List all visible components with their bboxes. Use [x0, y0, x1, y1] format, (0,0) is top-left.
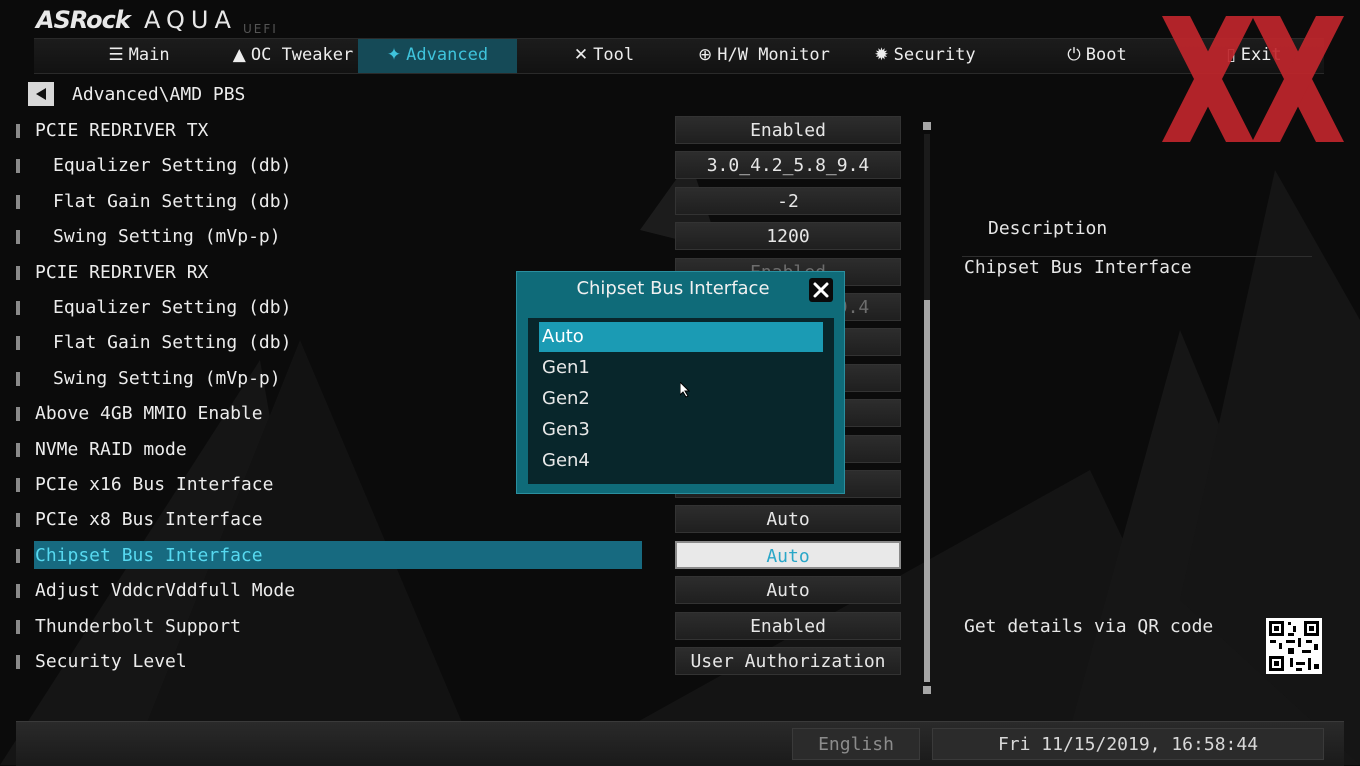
setting-label: Security Level: [35, 651, 187, 672]
row-bullet: [16, 513, 20, 527]
setting-row[interactable]: PCIe x8 Bus Interface: [16, 505, 656, 535]
tab-hw-monitor[interactable]: ⊕ H/W Monitor: [698, 39, 830, 73]
setting-label: NVMe RAID mode: [35, 439, 187, 460]
list-icon: ☰: [108, 45, 124, 65]
setting-value[interactable]: Enabled: [675, 612, 901, 640]
close-button[interactable]: [809, 278, 833, 302]
mouse-cursor-icon: [680, 382, 690, 398]
tab-advanced-label: Advanced: [406, 45, 489, 65]
row-bullet: [16, 124, 20, 138]
crosshair-icon: ⊕: [698, 45, 713, 65]
tab-hw-monitor-label: H/W Monitor: [717, 45, 830, 65]
row-bullet: [16, 301, 20, 315]
tab-security[interactable]: ✹ Security: [872, 39, 978, 73]
power-icon: ⏻: [1067, 45, 1081, 65]
setting-label: Equalizer Setting (db): [53, 155, 292, 176]
setting-value[interactable]: User Authorization: [675, 647, 901, 675]
star-icon: ✦: [386, 45, 402, 65]
setting-label: PCIe x8 Bus Interface: [35, 509, 263, 530]
row-bullet: [16, 266, 20, 280]
tab-oc-tweaker[interactable]: ▲ OC Tweaker: [218, 39, 368, 73]
option-item[interactable]: Gen3: [539, 415, 823, 445]
uefi-label: UEFI: [243, 22, 278, 36]
setting-value[interactable]: 3.0_4.2_5.8_9.4: [675, 151, 901, 179]
row-bullet: [16, 549, 20, 563]
setting-row[interactable]: PCIE REDRIVER TX: [16, 116, 656, 146]
setting-label: PCIE REDRIVER TX: [35, 120, 209, 141]
setting-row[interactable]: Swing Setting (mVp-p): [16, 222, 656, 252]
option-list: Auto Gen1 Gen2 Gen3 Gen4: [528, 318, 834, 484]
close-icon: [813, 282, 829, 298]
tab-oc-tweaker-label: OC Tweaker: [250, 45, 354, 65]
setting-row[interactable]: Security Level: [16, 647, 656, 677]
setting-row[interactable]: Thunderbolt Support: [16, 612, 656, 642]
setting-value[interactable]: Enabled: [675, 116, 901, 144]
brand-name: ASRock: [36, 6, 131, 34]
dialog-title: Chipset Bus Interface: [576, 278, 770, 299]
row-bullet: [16, 230, 20, 244]
xx-watermark-icon: [1162, 16, 1344, 142]
description-text: Chipset Bus Interface: [964, 257, 1192, 278]
tab-boot[interactable]: ⏻ Boot: [1052, 39, 1142, 73]
setting-label: Adjust VddcrVddfull Mode: [35, 580, 296, 601]
option-item[interactable]: Gen4: [539, 446, 823, 476]
row-bullet: [16, 336, 20, 350]
tab-main[interactable]: ☰ Main: [84, 39, 194, 73]
back-arrow-icon: [36, 88, 46, 100]
row-bullet: [16, 159, 20, 173]
setting-row[interactable]: Flat Gain Setting (db): [16, 187, 656, 217]
tab-security-label: Security: [893, 45, 976, 65]
setting-value-selected[interactable]: Auto: [675, 541, 901, 569]
setting-row-selected[interactable]: Chipset Bus Interface: [16, 541, 656, 571]
datetime-display: Fri 11/15/2019, 16:58:44: [932, 728, 1324, 760]
scrollbar[interactable]: [921, 122, 933, 694]
setting-label: Above 4GB MMIO Enable: [35, 403, 263, 424]
setting-value[interactable]: Auto: [675, 576, 901, 604]
back-button[interactable]: [28, 82, 54, 106]
description-heading: Description: [988, 218, 1108, 239]
row-bullet: [16, 372, 20, 386]
row-bullet: [16, 443, 20, 457]
tab-advanced[interactable]: ✦ Advanced: [358, 39, 517, 73]
row-bullet: [16, 195, 20, 209]
option-item[interactable]: Gen1: [539, 353, 823, 383]
rocket-icon: ▲: [232, 45, 246, 65]
row-bullet: [16, 584, 20, 598]
setting-label: Swing Setting (mVp-p): [53, 368, 281, 389]
setting-value[interactable]: Auto: [675, 505, 901, 533]
tab-tool-label: Tool: [593, 45, 635, 65]
qr-code-icon: [1266, 618, 1322, 674]
setting-row[interactable]: Adjust VddcrVddfull Mode: [16, 576, 656, 606]
setting-label: PCIE REDRIVER RX: [35, 262, 209, 283]
product-name: AQUA: [144, 6, 237, 34]
setting-label: Flat Gain Setting (db): [53, 191, 292, 212]
scroll-up-icon[interactable]: [923, 122, 931, 130]
scroll-thumb[interactable]: [924, 300, 930, 682]
tab-boot-label: Boot: [1085, 45, 1127, 65]
tab-tool[interactable]: ✕ Tool: [554, 39, 654, 73]
setting-value[interactable]: -2: [675, 187, 901, 215]
option-item-selected[interactable]: Auto: [539, 322, 823, 352]
shield-icon: ✹: [874, 45, 889, 65]
tools-icon: ✕: [573, 45, 589, 65]
setting-row[interactable]: Equalizer Setting (db): [16, 151, 656, 181]
setting-label: Thunderbolt Support: [35, 616, 241, 637]
qr-label: Get details via QR code: [964, 616, 1214, 637]
row-bullet: [16, 620, 20, 634]
top-nav: ☰ Main ▲ OC Tweaker ✦ Advanced ✕ Tool ⊕ H/W M…: [34, 38, 1324, 74]
row-bullet: [16, 655, 20, 669]
setting-label: PCIe x16 Bus Interface: [35, 474, 274, 495]
setting-value[interactable]: 1200: [675, 222, 901, 250]
tab-main-label: Main: [128, 45, 170, 65]
language-button[interactable]: English: [792, 728, 920, 760]
scroll-down-icon[interactable]: [923, 686, 931, 694]
setting-label: Flat Gain Setting (db): [53, 332, 292, 353]
breadcrumb-path: Advanced\AMD PBS: [72, 84, 246, 105]
setting-label: Equalizer Setting (db): [53, 297, 292, 318]
setting-label: Swing Setting (mVp-p): [53, 226, 281, 247]
setting-label: Chipset Bus Interface: [35, 545, 263, 566]
row-bullet: [16, 478, 20, 492]
row-bullet: [16, 407, 20, 421]
